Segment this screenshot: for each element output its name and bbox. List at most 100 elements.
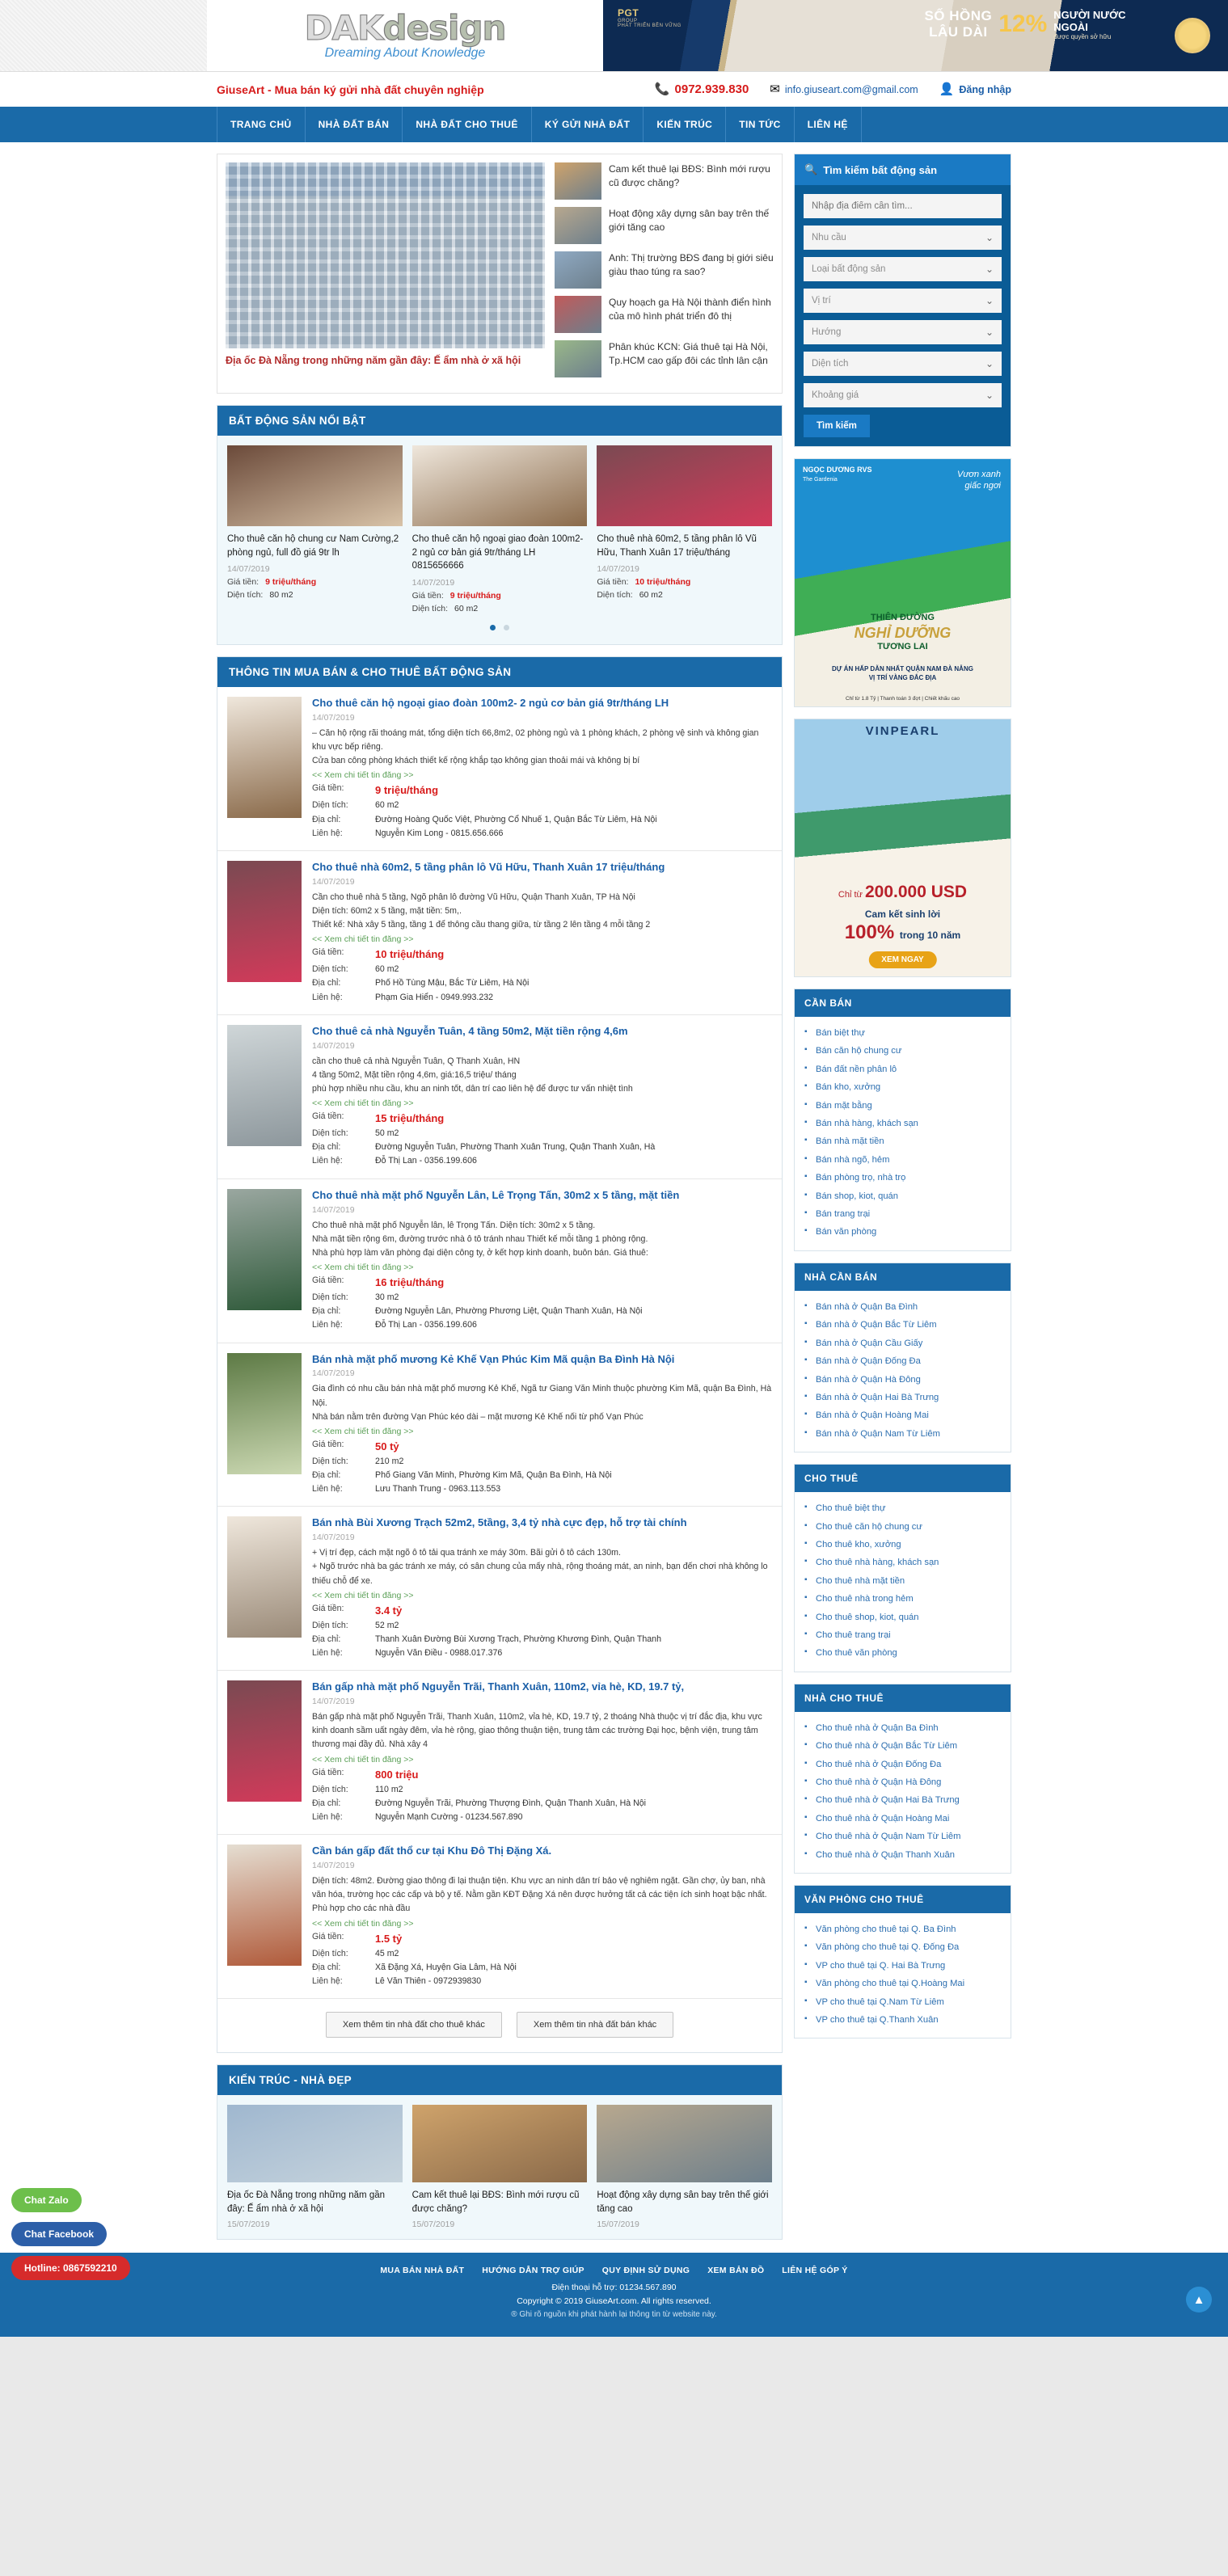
sidebar-category-link[interactable]: Bán nhà ở Quận Bắc Từ Liêm [804,1316,1001,1334]
login-link[interactable]: 👤 Đăng nhập [939,83,1011,95]
nav-item-4[interactable]: KÝ GỬI NHÀ ĐẤT [532,107,644,142]
sidebar-category-link[interactable]: Bán nhà hàng, khách sạn [804,1115,1001,1132]
listing-detail-link[interactable]: << Xem chi tiết tin đăng >> [312,770,772,780]
chat-facebook-button[interactable]: Chat Facebook [11,2222,108,2247]
chat-zalo-button[interactable]: Chat Zalo [11,2188,82,2213]
listing-detail-link[interactable]: << Xem chi tiết tin đăng >> [312,1755,772,1764]
sidebar-category-link[interactable]: VP cho thuê tại Q.Nam Từ Liêm [804,1993,1001,2011]
listing-item[interactable]: Bán gấp nhà mặt phố Nguyễn Trãi, Thanh X… [217,1671,782,1836]
sidebar-category-link[interactable]: Cho thuê nhà ở Quận Hai Bà Trưng [804,1791,1001,1809]
featured-card[interactable]: Cho thuê căn hộ chung cư Nam Cường,2 phò… [227,445,403,613]
sidebar-category-link[interactable]: Bán nhà ở Quận Nam Từ Liêm [804,1425,1001,1443]
sidebar-category-link[interactable]: VP cho thuê tại Q.Thanh Xuân [804,2011,1001,2029]
sidebar-ad-vinpearl[interactable]: VINPEARL Chỉ từ 200.000 USD Cam kết sinh… [794,719,1011,977]
footer-nav-item[interactable]: QUY ĐỊNH SỬ DỤNG [602,2266,690,2275]
search-select-1[interactable]: Nhu cầu ⌄ [804,226,1002,250]
hero-news-item[interactable]: Phân khúc KCN: Giá thuê tại Hà Nội, Tp.H… [555,340,774,377]
search-select-6[interactable]: Khoảng giá ⌄ [804,383,1002,407]
sidebar-category-link[interactable]: Bán nhà mặt tiền [804,1132,1001,1150]
listing-detail-link[interactable]: << Xem chi tiết tin đăng >> [312,1098,772,1108]
sidebar-category-link[interactable]: Cho thuê biệt thự [804,1499,1001,1517]
sidebar-category-link[interactable]: Bán nhà ở Quận Hà Đông [804,1371,1001,1389]
search-select-2[interactable]: Loại bất động sản ⌄ [804,257,1002,281]
listing-title[interactable]: Cho thuê căn hộ ngoại giao đoàn 100m2- 2… [312,697,772,710]
listing-item[interactable]: Bán nhà Bùi Xương Trạch 52m2, 5tầng, 3,4… [217,1507,782,1672]
search-select-3[interactable]: Vị trí ⌄ [804,289,1002,313]
sidebar-category-link[interactable]: Bán kho, xưởng [804,1078,1001,1096]
hero-news-item[interactable]: Quy hoạch ga Hà Nội thành điển hình của … [555,296,774,333]
sidebar-category-link[interactable]: Cho thuê căn hộ chung cư [804,1518,1001,1536]
search-submit-button[interactable]: Tìm kiếm [804,415,870,437]
sidebar-category-link[interactable]: Cho thuê nhà mặt tiền [804,1572,1001,1590]
listing-detail-link[interactable]: << Xem chi tiết tin đăng >> [312,1919,772,1929]
sidebar-category-link[interactable]: Bán nhà ở Quận Cầu Giấy [804,1334,1001,1352]
header-banner-ad[interactable]: PGT GROUP PHÁT TRIỂN BỀN VỮNG SỐ HỒNG LÂ… [603,0,1228,71]
listing-detail-link[interactable]: << Xem chi tiết tin đăng >> [312,934,772,944]
sidebar-category-link[interactable]: Cho thuê trang trại [804,1626,1001,1644]
sidebar-category-link[interactable]: Cho thuê nhà ở Quận Đống Đa [804,1756,1001,1773]
nav-item-1[interactable]: TRANG CHỦ [217,107,306,142]
sidebar-category-link[interactable]: Cho thuê nhà ở Quận Hà Đông [804,1773,1001,1791]
site-logo[interactable]: DAKdesign Dreaming About Knowledge [207,0,603,71]
listing-title[interactable]: Bán nhà Bùi Xương Trạch 52m2, 5tầng, 3,4… [312,1516,772,1530]
sidebar-category-link[interactable]: Cho thuê nhà ở Quận Bắc Từ Liêm [804,1737,1001,1755]
sidebar-category-link[interactable]: Bán nhà ngõ, hẻm [804,1151,1001,1169]
search-select-5[interactable]: Diện tích ⌄ [804,352,1002,376]
carousel-dot[interactable] [504,625,510,631]
featured-card[interactable]: Cho thuê nhà 60m2, 5 tầng phân lô Vũ Hữu… [597,445,773,613]
sidebar-category-link[interactable]: Bán trang trại [804,1205,1001,1223]
architecture-card[interactable]: Hoạt động xây dựng sân bay trên thế giới… [597,2105,773,2229]
listing-title[interactable]: Cho thuê nhà mặt phố Nguyễn Lân, Lê Trọn… [312,1189,772,1203]
sidebar-category-link[interactable]: Bán nhà ở Quận Hoàng Mai [804,1406,1001,1424]
sidebar-category-link[interactable]: Bán nhà ở Quận Ba Đình [804,1298,1001,1316]
nav-item-3[interactable]: NHÀ ĐẤT CHO THUÊ [403,107,532,142]
listing-detail-link[interactable]: << Xem chi tiết tin đăng >> [312,1427,772,1436]
sidebar-category-link[interactable]: VP cho thuê tại Q. Hai Bà Trưng [804,1957,1001,1975]
listing-title[interactable]: Cho thuê cả nhà Nguyễn Tuân, 4 tầng 50m2… [312,1025,772,1039]
sidebar-ad-ngoc-duong[interactable]: NGỌC DƯƠNG RVS The Gardenia Vươn xanh gi… [794,458,1011,707]
carousel-dots[interactable] [227,620,772,635]
sidebar-category-link[interactable]: Bán nhà ở Quận Đống Đa [804,1352,1001,1370]
footer-nav-item[interactable]: HƯỚNG DẪN TRỢ GIÚP [482,2266,584,2275]
listing-item[interactable]: Cho thuê nhà 60m2, 5 tầng phân lô Vũ Hữu… [217,851,782,1015]
sidebar-category-link[interactable]: Cho thuê văn phòng [804,1644,1001,1662]
listing-title[interactable]: Bán nhà mặt phố mương Kẻ Khế Vạn Phúc Ki… [312,1353,772,1367]
sidebar-category-link[interactable]: Cho thuê nhà ở Quận Hoàng Mai [804,1810,1001,1828]
sidebar-category-link[interactable]: Văn phòng cho thuê tại Q. Đống Đa [804,1938,1001,1956]
listing-item[interactable]: Cho thuê nhà mặt phố Nguyễn Lân, Lê Trọn… [217,1179,782,1343]
footer-nav-item[interactable]: XEM BẢN ĐỒ [707,2266,764,2275]
search-select-4[interactable]: Hướng ⌄ [804,320,1002,344]
sidebar-category-link[interactable]: Văn phòng cho thuê tại Q.Hoàng Mai [804,1975,1001,1992]
listing-title[interactable]: Cho thuê nhà 60m2, 5 tầng phân lô Vũ Hữu… [312,861,772,875]
listing-item[interactable]: Cho thuê cả nhà Nguyễn Tuân, 4 tầng 50m2… [217,1015,782,1179]
footer-nav-item[interactable]: MUA BÁN NHÀ ĐẤT [380,2266,464,2275]
listing-title[interactable]: Bán gấp nhà mặt phố Nguyễn Trãi, Thanh X… [312,1680,772,1694]
sidebar-category-link[interactable]: Cho thuê nhà ở Quận Nam Từ Liêm [804,1828,1001,1845]
sidebar-category-link[interactable]: Bán biệt thự [804,1024,1001,1042]
featured-card[interactable]: Cho thuê căn hộ ngoại giao đoàn 100m2- 2… [411,445,588,613]
more-rentals-button[interactable]: Xem thêm tin nhà đất cho thuê khác [325,2012,502,2038]
sidebar-category-link[interactable]: Bán văn phòng [804,1223,1001,1241]
contact-phone[interactable]: 📞 0972.939.830 [655,82,749,96]
hotline-button[interactable]: Hotline: 0867592210 [11,2256,130,2281]
hero-news-item[interactable]: Cam kết thuê lại BĐS: Bình mới rượu cũ đ… [555,162,774,200]
nav-item-6[interactable]: TIN TỨC [726,107,795,142]
sidebar-category-link[interactable]: Cho thuê nhà ở Quận Ba Đình [804,1719,1001,1737]
sidebar-category-link[interactable]: Bán shop, kiot, quán [804,1187,1001,1205]
architecture-card[interactable]: Cam kết thuê lại BĐS: Bình mới rượu cũ đ… [411,2105,588,2229]
search-location-input[interactable] [804,194,1002,218]
hero-news-item[interactable]: Hoạt động xây dựng sân bay trên thế giới… [555,207,774,244]
listing-item[interactable]: Cho thuê căn hộ ngoại giao đoàn 100m2- 2… [217,687,782,851]
architecture-card[interactable]: Địa ốc Đà Nẵng trong những năm gần đây: … [227,2105,403,2229]
listing-detail-link[interactable]: << Xem chi tiết tin đăng >> [312,1263,772,1272]
sidebar-category-link[interactable]: Bán phòng trọ, nhà trọ [804,1169,1001,1187]
carousel-dot[interactable] [489,625,496,631]
sidebar-category-link[interactable]: Văn phòng cho thuê tại Q. Ba Đình [804,1920,1001,1938]
sidebar-category-link[interactable]: Cho thuê shop, kiot, quán [804,1608,1001,1626]
contact-email[interactable]: ✉ info.giuseart.com@gmail.com [770,83,918,95]
sidebar-category-link[interactable]: Cho thuê nhà trong hẻm [804,1590,1001,1608]
hero-featured-article[interactable]: Địa ốc Đà Nẵng trong những năm gần đây: … [226,162,545,382]
footer-nav-item[interactable]: LIÊN HỆ GÓP Ý [782,2266,847,2275]
hero-news-item[interactable]: Anh: Thị trường BĐS đang bị giới siêu gi… [555,251,774,289]
sidebar-category-link[interactable]: Cho thuê kho, xưởng [804,1536,1001,1554]
